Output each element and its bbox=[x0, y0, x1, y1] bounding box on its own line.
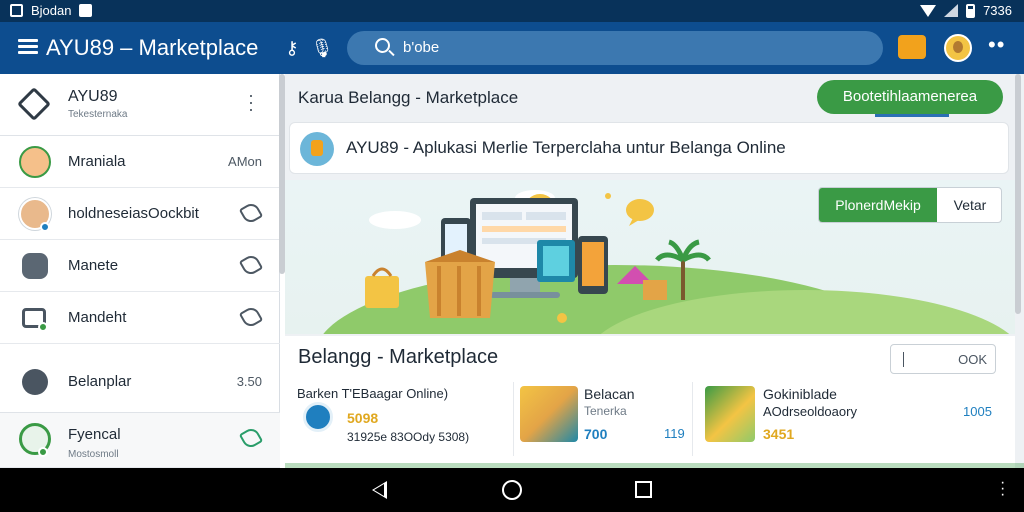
pin-icon[interactable] bbox=[238, 425, 264, 451]
page-title: Karua Belangg - Marketplace bbox=[298, 88, 519, 107]
app-title: AYU89 – Marketplace bbox=[46, 35, 259, 60]
sidebar-header-subtitle: Tekesternaka bbox=[68, 109, 128, 120]
status-left-text: Bjodan bbox=[31, 3, 72, 18]
wifi-icon bbox=[920, 4, 937, 17]
sidebar: AYU89 Tekesternaka · · · Mraniala AMon hol… bbox=[0, 74, 280, 468]
product-count: 1005 bbox=[963, 404, 992, 419]
sidebar-item-holdneseias[interactable]: holdneseiasOockbit bbox=[0, 188, 280, 240]
view-toggle: PlonerdMekip Vetar bbox=[818, 187, 1002, 223]
microphone-icon[interactable]: 🎙︎ bbox=[310, 36, 334, 60]
toggle-option-active[interactable]: PlonerdMekip bbox=[819, 188, 937, 222]
product-detail: 31925e 83OOdy 5308) bbox=[347, 430, 470, 444]
section-filter-value: OOK bbox=[958, 352, 987, 367]
hero-banner: PlonerdMekip Vetar bbox=[285, 180, 1015, 334]
info-card: AYU89 - Aplukasi Merlie Terperclaha untu… bbox=[289, 122, 1009, 174]
sidebar-item-meta: AMon bbox=[228, 154, 262, 169]
recent-apps-icon[interactable] bbox=[635, 481, 652, 498]
app-bar: AYU89 – Marketplace ⚷ 🎙︎ b'obe •• bbox=[0, 22, 1024, 74]
product-title: Barken T'EBaagar Online) bbox=[297, 386, 449, 401]
product-price: 3451 bbox=[763, 426, 795, 442]
product-count: 119 bbox=[664, 426, 685, 441]
pin-icon[interactable] bbox=[238, 252, 264, 278]
sidebar-item-manete[interactable]: Manete bbox=[0, 240, 280, 292]
search-icon bbox=[375, 38, 390, 53]
status-bar: Bjodan 7336 bbox=[0, 0, 1024, 22]
menu-icon[interactable] bbox=[18, 39, 38, 55]
flag-icon bbox=[79, 4, 93, 17]
back-icon[interactable] bbox=[372, 481, 387, 499]
logo-icon bbox=[17, 87, 51, 121]
main-content: Karua Belangg - Marketplace Bootetihlaam… bbox=[285, 74, 1024, 468]
main-scrollbar[interactable] bbox=[1015, 74, 1021, 314]
sidebar-item-label: Manete bbox=[68, 257, 119, 274]
avatar bbox=[19, 146, 51, 178]
product-thumbnail bbox=[520, 386, 578, 442]
search-text: b'obe bbox=[403, 39, 440, 56]
tab-indicator bbox=[875, 114, 949, 117]
pin-icon[interactable] bbox=[238, 304, 264, 330]
sidebar-item-fyencal[interactable]: Fyencal Mostosmoll bbox=[0, 412, 280, 468]
sidebar-item-label: Belanplar bbox=[68, 373, 132, 390]
store-icon bbox=[22, 253, 48, 279]
sidebar-item-label: holdneseiasOockbit bbox=[68, 205, 199, 222]
kebab-menu-icon[interactable]: · · · bbox=[248, 86, 254, 118]
section-title: Belangg - Marketplace bbox=[298, 346, 499, 368]
product-price: 5098 bbox=[347, 410, 379, 426]
product-card[interactable]: Gokiniblade AOdrseoldoaory 3451 1005 bbox=[701, 382, 1001, 456]
home-icon[interactable] bbox=[502, 480, 522, 500]
sidebar-item-mandeht[interactable]: Mandeht bbox=[0, 292, 280, 344]
key-icon[interactable]: ⚷ bbox=[280, 36, 304, 60]
pin-icon[interactable] bbox=[238, 200, 264, 226]
product-title: Gokiniblade bbox=[763, 386, 837, 402]
shield-icon bbox=[303, 402, 333, 432]
product-thumbnail bbox=[705, 386, 755, 442]
chart-icon bbox=[22, 369, 48, 395]
sidebar-item-label: Mraniala bbox=[68, 153, 126, 170]
signal-icon bbox=[944, 4, 959, 17]
sidebar-item-meta: 3.50 bbox=[236, 374, 262, 389]
sidebar-item-label: Mandeht bbox=[68, 309, 127, 326]
sidebar-item-belanplar[interactable]: Belanplar 3.50 bbox=[0, 356, 280, 408]
product-title: Belacan bbox=[584, 386, 635, 402]
image-icon bbox=[10, 4, 23, 17]
product-price: 700 bbox=[584, 426, 608, 442]
product-subtitle: AOdrseoldoaory bbox=[763, 404, 857, 419]
navigation-bar: · · · bbox=[0, 468, 1024, 512]
app-logo-icon bbox=[300, 132, 334, 166]
product-card[interactable]: Barken T'EBaagar Online) 5098 31925e 83O… bbox=[293, 382, 505, 456]
text-cursor bbox=[903, 352, 904, 367]
search-input[interactable]: b'obe bbox=[347, 31, 883, 65]
overflow-icon[interactable]: · · · bbox=[1000, 475, 1005, 503]
sidebar-item-mraniala[interactable]: Mraniala AMon bbox=[0, 136, 280, 188]
sidebar-item-sublabel: Mostosmoll bbox=[68, 449, 119, 460]
sidebar-header-name: AYU89 bbox=[68, 88, 118, 105]
puzzle-icon[interactable] bbox=[898, 35, 926, 59]
status-badge bbox=[38, 447, 48, 457]
battery-icon bbox=[966, 3, 976, 18]
primary-button[interactable]: Bootetihlaamenerea bbox=[817, 80, 1003, 114]
avatar[interactable] bbox=[944, 34, 972, 62]
sidebar-item-label: Fyencal bbox=[68, 426, 121, 443]
info-text: AYU89 - Aplukasi Merlie Terperclaha untu… bbox=[346, 138, 786, 157]
product-subtitle: Tenerka bbox=[584, 404, 627, 418]
status-badge bbox=[38, 322, 48, 332]
product-card[interactable]: Belacan Tenerka 700 119 bbox=[513, 382, 693, 456]
product-section: Belangg - Marketplace OOK Barken T'EBaag… bbox=[285, 336, 1015, 468]
status-badge bbox=[40, 222, 50, 232]
more-icon[interactable]: •• bbox=[988, 32, 1005, 58]
sidebar-header[interactable]: AYU89 Tekesternaka · · · bbox=[0, 74, 280, 136]
section-filter-input[interactable]: OOK bbox=[890, 344, 996, 374]
toggle-option-inactive[interactable]: Vetar bbox=[937, 188, 1001, 222]
status-time: 7336 bbox=[983, 3, 1012, 18]
